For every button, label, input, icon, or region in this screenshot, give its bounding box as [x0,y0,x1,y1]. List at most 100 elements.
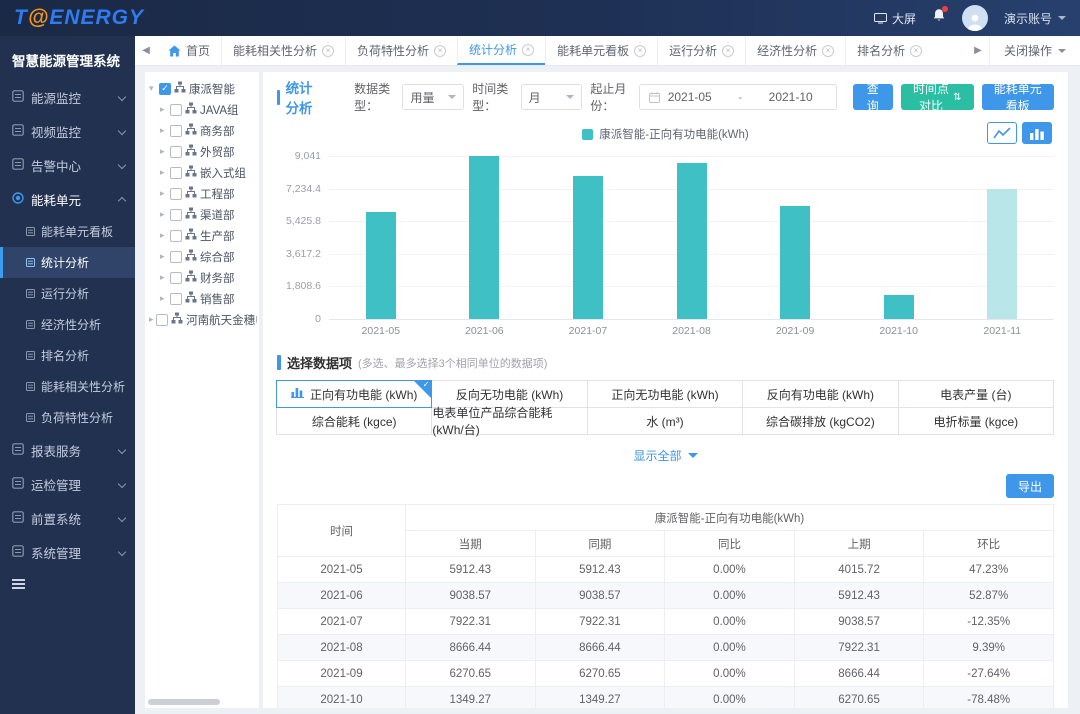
sidebar-collapse-toggle[interactable] [12,579,135,589]
caret-right-icon[interactable]: ▸ [149,314,155,325]
close-icon[interactable]: × [522,44,534,56]
data-item-cell-3[interactable]: 反向有功电能 (kWh) [742,380,898,408]
sidebar-subitem-1[interactable]: 统计分析 [0,247,135,278]
sidebar-item-front-system[interactable]: 前置系统 [0,501,135,535]
data-item-cell-8[interactable]: 综合碳排放 (kgCO2) [742,407,898,435]
show-all-toggle[interactable]: 显示全部 [277,447,1054,464]
sidebar-subitem-5[interactable]: 能耗相关性分析 [0,371,135,402]
tree-horizontal-scrollbar[interactable] [148,699,220,705]
sidebar-item-energy-monitor[interactable]: 能源监控 [0,80,135,114]
tree-checkbox[interactable] [170,125,182,137]
tree-checkbox[interactable] [170,251,182,263]
tree-node-child-7[interactable]: ▸综合部 [149,246,257,267]
sidebar-item-alarm-center[interactable]: 告警中心 [0,148,135,182]
bar-2021-11[interactable] [987,189,1017,319]
tab-5[interactable]: 经济性分析× [745,36,845,65]
data-item-cell-7[interactable]: 水 (m³) [587,407,743,435]
tree-checkbox[interactable] [170,146,182,158]
tab-4[interactable]: 运行分析× [657,36,745,65]
query-button[interactable]: 查询 [853,84,893,110]
notifications-button[interactable] [932,8,946,28]
sidebar-subitem-0[interactable]: 能耗单元看板 [0,216,135,247]
line-chart-toggle[interactable] [987,122,1017,144]
sidebar-item-system-mgmt[interactable]: 系统管理 [0,535,135,569]
tree-node-child-3[interactable]: ▸嵌入式组 [149,162,257,183]
data-type-select[interactable]: 用量 [402,84,464,110]
sidebar-item-energy-unit[interactable]: 能耗单元 [0,182,135,216]
tree-node-root-1[interactable]: ▸河南航天金穗电子有 [149,309,257,330]
tree-node-child-8[interactable]: ▸财务部 [149,267,257,288]
tab-2[interactable]: 统计分析× [457,36,545,65]
tree-node-child-9[interactable]: ▸销售部 [149,288,257,309]
tree-checkbox[interactable] [156,314,168,326]
tree-node-child-6[interactable]: ▸生产部 [149,225,257,246]
close-icon[interactable]: × [910,45,922,57]
tabs-scroll-left[interactable]: ◀ [135,36,157,65]
tab-home[interactable]: 首页 [157,36,221,65]
caret-right-icon[interactable]: ▸ [160,251,169,262]
avatar[interactable] [962,5,988,31]
tree-checkbox[interactable] [170,209,182,221]
tree-node-root-0[interactable]: ▾✓康派智能 [149,78,257,99]
tab-3[interactable]: 能耗单元看板× [545,36,657,65]
time-compare-button[interactable]: 时间点对比 ⇅ [901,84,974,110]
caret-right-icon[interactable]: ▸ [160,125,169,136]
close-icon[interactable]: × [634,45,646,57]
tree-checkbox[interactable]: ✓ [159,83,171,95]
sidebar-item-ops-mgmt[interactable]: 运检管理 [0,467,135,501]
account-menu[interactable]: 演示账号 [1004,10,1066,27]
bar-2021-10[interactable] [884,295,914,319]
tree-node-child-4[interactable]: ▸工程部 [149,183,257,204]
bar-2021-09[interactable] [780,206,810,319]
caret-right-icon[interactable]: ▸ [160,146,169,157]
close-icon[interactable]: × [822,45,834,57]
tree-checkbox[interactable] [170,272,182,284]
caret-down-icon[interactable]: ▾ [149,83,158,94]
sidebar-item-report-service[interactable]: 报表服务 [0,433,135,467]
big-screen-button[interactable]: 大屏 [874,10,916,27]
close-icon[interactable]: × [722,45,734,57]
close-icon[interactable]: × [434,45,446,57]
caret-right-icon[interactable]: ▸ [160,293,169,304]
tree-checkbox[interactable] [170,230,182,242]
data-item-cell-9[interactable]: 电折标量 (kgce) [898,407,1054,435]
data-item-cell-5[interactable]: 综合能耗 (kgce) [276,407,432,435]
caret-right-icon[interactable]: ▸ [160,272,169,283]
export-button[interactable]: 导出 [1006,474,1054,498]
sidebar-subitem-3[interactable]: 经济性分析 [0,309,135,340]
sidebar-subitem-2[interactable]: 运行分析 [0,278,135,309]
caret-right-icon[interactable]: ▸ [160,104,169,115]
time-type-select[interactable]: 月 [521,84,583,110]
bar-2021-08[interactable] [677,163,707,319]
caret-right-icon[interactable]: ▸ [160,209,169,220]
data-item-cell-6[interactable]: 电表单位产品综合能耗 (kWh/台) [431,407,587,435]
tabs-scroll-right[interactable]: ▶ [967,36,989,65]
bar-2021-07[interactable] [573,176,603,319]
energy-unit-board-button[interactable]: 能耗单元看板 [982,84,1054,110]
tree-node-child-0[interactable]: ▸JAVA组 [149,99,257,120]
tree-checkbox[interactable] [170,188,182,200]
sidebar-subitem-4[interactable]: 排名分析 [0,340,135,371]
caret-right-icon[interactable]: ▸ [160,167,169,178]
tab-6[interactable]: 排名分析× [845,36,933,65]
caret-right-icon[interactable]: ▸ [160,188,169,199]
tree-node-child-5[interactable]: ▸渠道部 [149,204,257,225]
close-operations-menu[interactable]: 关闭操作 [989,36,1080,65]
bar-chart-toggle[interactable] [1022,122,1052,144]
data-item-cell-4[interactable]: 电表产量 (台) [898,380,1054,408]
data-item-cell-2[interactable]: 正向无功电能 (kWh) [587,380,743,408]
tree-checkbox[interactable] [170,293,182,305]
bar-2021-06[interactable] [469,156,499,319]
tree-node-child-1[interactable]: ▸商务部 [149,120,257,141]
tree-checkbox[interactable] [170,167,182,179]
sidebar-item-video-monitor[interactable]: 视频监控 [0,114,135,148]
sidebar-subitem-6[interactable]: 负荷特性分析 [0,402,135,433]
tree-checkbox[interactable] [170,104,182,116]
tab-0[interactable]: 能耗相关性分析× [221,36,345,65]
date-range-input[interactable]: 2021-05 - 2021-10 [639,84,837,110]
caret-right-icon[interactable]: ▸ [160,230,169,241]
tab-1[interactable]: 负荷特性分析× [345,36,457,65]
data-item-cell-0[interactable]: 正向有功电能 (kWh)✓ [276,380,432,408]
close-icon[interactable]: × [322,45,334,57]
bar-2021-05[interactable] [366,212,396,319]
